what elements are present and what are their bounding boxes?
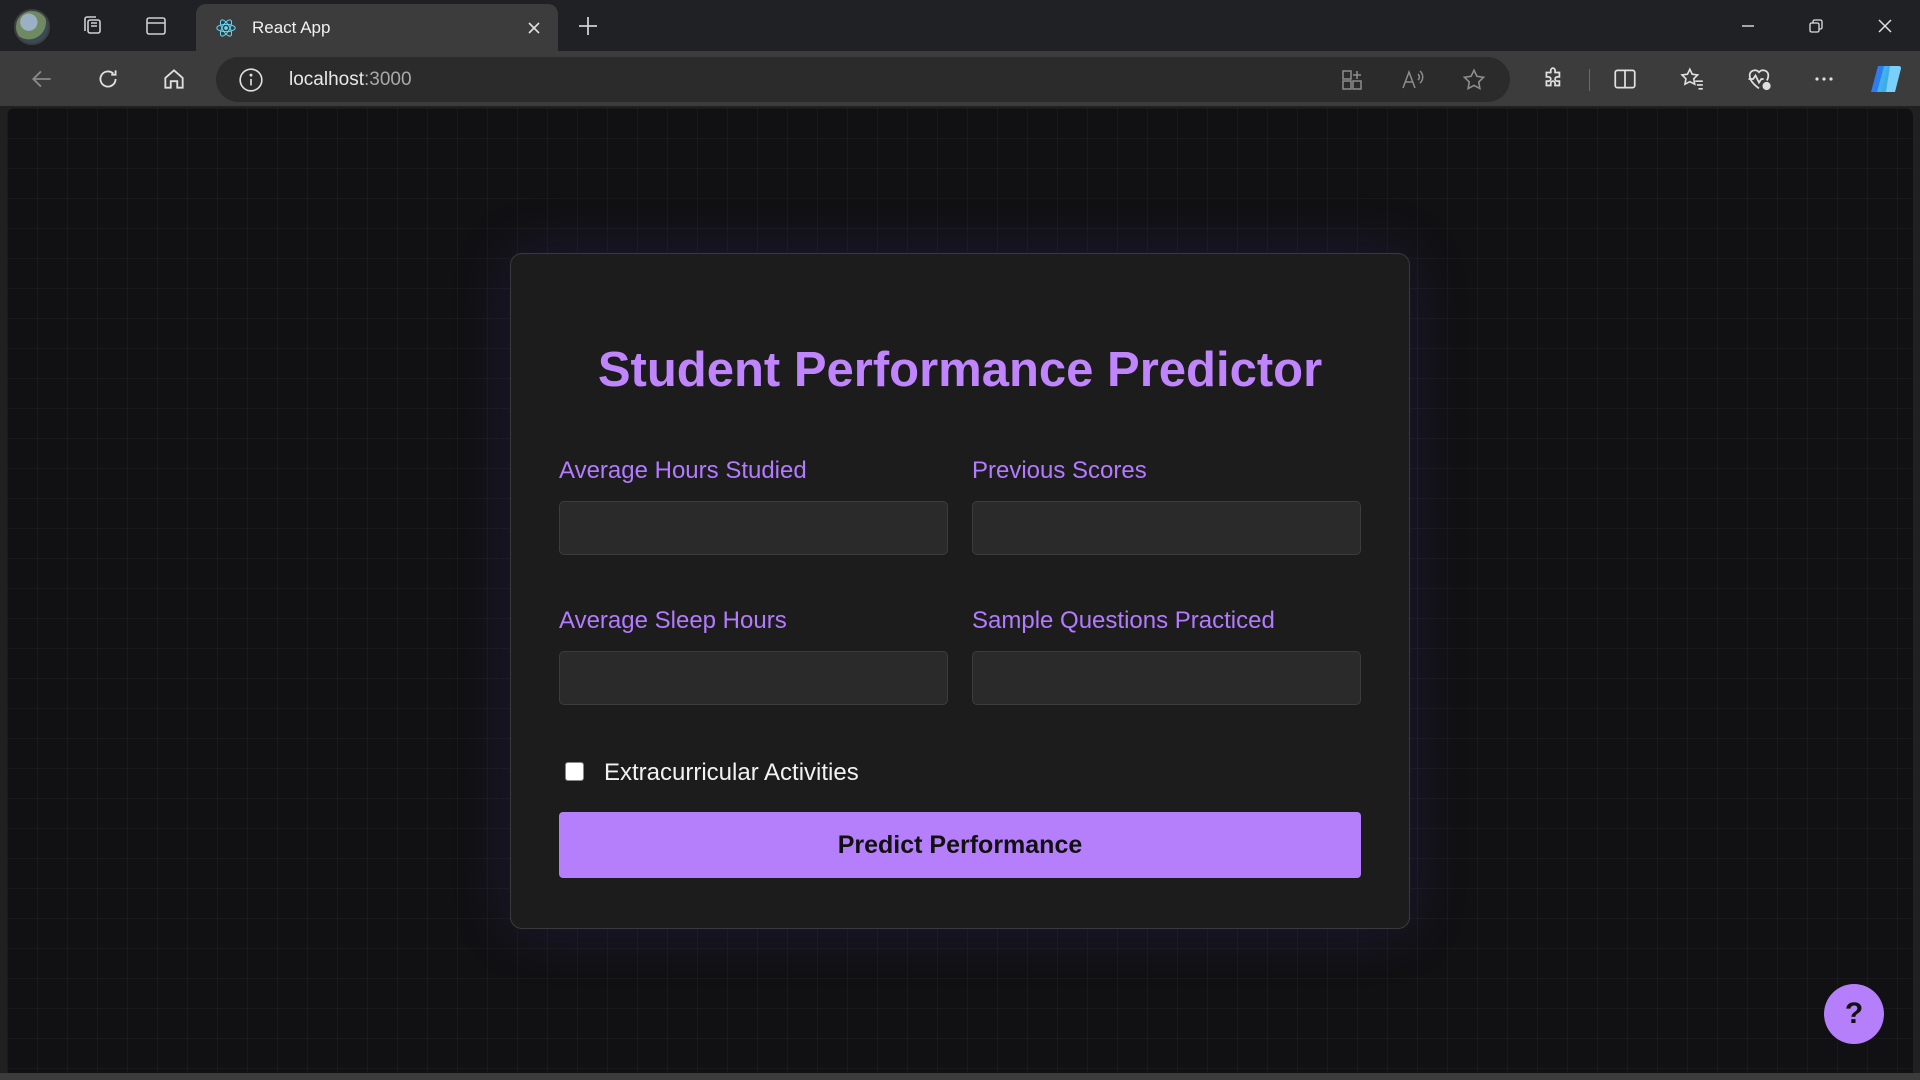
minimize-icon[interactable] [1713, 0, 1783, 51]
browser-tab-active[interactable]: React App [196, 4, 558, 51]
puzzle-icon[interactable] [1531, 56, 1577, 102]
browser-toolbar: localhost:3000 [0, 51, 1920, 106]
star-icon[interactable] [1460, 66, 1488, 94]
previous-scores-input[interactable] [972, 501, 1361, 555]
predictor-card: Student Performance Predictor Average Ho… [510, 253, 1410, 929]
extracurricular-checkbox[interactable] [565, 762, 584, 781]
info-icon[interactable] [238, 67, 264, 93]
url-host: localhost [289, 69, 364, 90]
restore-icon[interactable] [1781, 0, 1851, 51]
apps-icon[interactable] [1338, 66, 1366, 94]
previous-scores-label: Previous Scores [972, 457, 1147, 484]
workspaces-icon[interactable] [68, 0, 116, 51]
sleep-hours-input[interactable] [559, 651, 948, 705]
react-icon [214, 16, 238, 40]
address-bar[interactable]: localhost:3000 [216, 57, 1510, 102]
hours-studied-input[interactable] [559, 501, 948, 555]
predict-performance-button[interactable]: Predict Performance [559, 812, 1361, 878]
page-viewport: Student Performance Predictor Average Ho… [7, 108, 1913, 1073]
url-port: :3000 [364, 69, 412, 90]
page-title: Student Performance Predictor [597, 343, 1323, 397]
read-aloud-icon[interactable] [1399, 66, 1427, 94]
browser-title-bar: React App [0, 0, 1920, 51]
sample-questions-input[interactable] [972, 651, 1361, 705]
profile-avatar[interactable] [14, 9, 50, 45]
close-icon[interactable] [514, 8, 554, 48]
window-bottom-edge [0, 1073, 1920, 1080]
sleep-hours-label: Average Sleep Hours [559, 607, 787, 634]
sample-questions-label: Sample Questions Practiced [972, 607, 1275, 634]
close-icon[interactable] [1850, 0, 1920, 51]
plus-icon[interactable] [566, 4, 610, 48]
split-screen-icon[interactable] [1602, 56, 1648, 102]
refresh-icon[interactable] [85, 56, 131, 102]
extracurricular-label[interactable]: Extracurricular Activities [604, 759, 859, 787]
favorites-icon[interactable] [1669, 56, 1715, 102]
home-icon[interactable] [151, 56, 197, 102]
tab-actions-icon[interactable] [132, 0, 180, 51]
help-button[interactable]: ? [1824, 984, 1884, 1044]
more-icon[interactable] [1801, 56, 1847, 102]
toolbar-divider [1589, 69, 1590, 91]
hours-studied-label: Average Hours Studied [559, 457, 807, 484]
url-text[interactable]: localhost:3000 [289, 69, 412, 91]
copilot-icon[interactable] [1863, 56, 1909, 102]
heart-pulse-icon[interactable] [1736, 56, 1782, 102]
tab-title: React App [252, 17, 331, 37]
back-arrow-icon[interactable] [19, 56, 65, 102]
